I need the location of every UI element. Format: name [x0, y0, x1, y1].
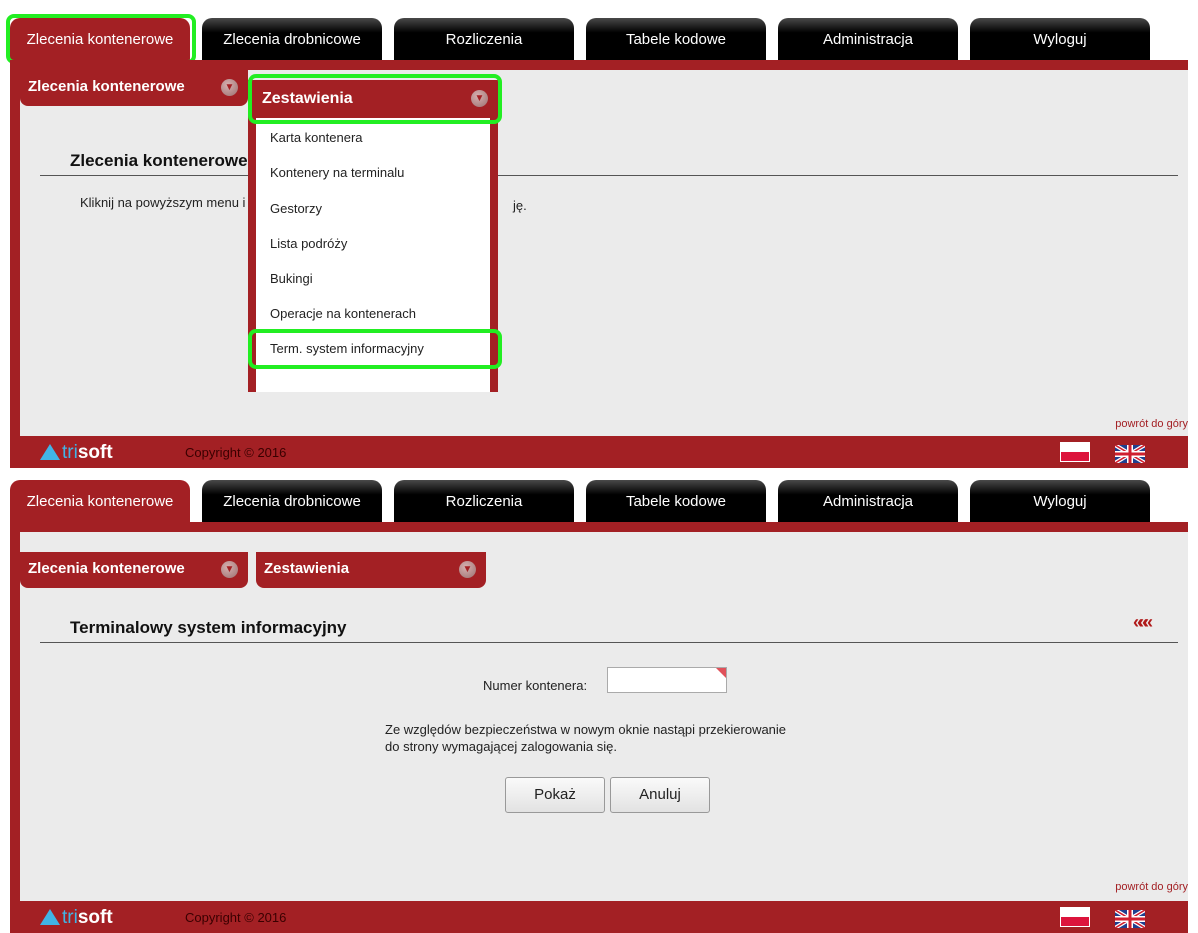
nav-tab-label: Zlecenia drobnicowe — [223, 493, 361, 510]
menu-item-bukingi[interactable]: Bukingi — [270, 271, 313, 286]
required-marker-icon — [716, 668, 726, 678]
logo-soft: soft — [77, 442, 113, 463]
security-note-line1: Ze względów bezpieczeństwa w nowym oknie… — [385, 722, 787, 737]
arrow-down-icon: ▼ — [459, 561, 476, 578]
subtab-zestawienia[interactable]: Zestawienia ▼ — [256, 552, 486, 588]
nav-tab-tabele-kodowe[interactable]: Tabele kodowe — [586, 18, 766, 60]
logo-tri: tri — [62, 907, 78, 928]
title-divider — [40, 642, 1178, 643]
nav-tab-label: Administracja — [822, 31, 914, 48]
nav-tab-tabele-kodowe[interactable]: Tabele kodowe — [586, 480, 766, 522]
nav-tab-label: Tabele kodowe — [625, 31, 727, 48]
menu-item-lista-podrozy[interactable]: Lista podróży — [270, 236, 347, 251]
nav-tab-rozliczenia[interactable]: Rozliczenia — [394, 18, 574, 60]
nav-tab-label: Wyloguj — [1033, 493, 1087, 510]
nav-tab-administracja[interactable]: Administracja — [778, 480, 958, 522]
subtab-zlecenia-kontenerowe[interactable]: Zlecenia kontenerowe ▼ — [20, 70, 248, 106]
page-title: Zlecenia kontenerowe — [70, 151, 248, 170]
menu-item-term-system-informacyjny[interactable]: Term. system informacyjny — [270, 341, 424, 356]
uk-flag-icon[interactable] — [1115, 910, 1145, 928]
show-button[interactable]: Pokaż — [505, 777, 605, 813]
copyright-text: Copyright © 2016 — [185, 910, 287, 925]
footer: trisoft Copyright © 2016 — [10, 901, 1188, 933]
subtab-label: Zestawienia — [262, 90, 353, 107]
arrow-down-icon: ▼ — [221, 79, 238, 96]
panel-menu-open: Zlecenia kontenerowe Zlecenia drobnicowe… — [6, 14, 1188, 468]
subtab-zlecenia-kontenerowe[interactable]: Zlecenia kontenerowe ▼ — [20, 552, 248, 588]
trisoft-logo: trisoft — [40, 442, 113, 464]
polish-flag-icon[interactable] — [1060, 442, 1090, 462]
nav-tab-label: Administracja — [822, 493, 914, 510]
main-nav: Zlecenia kontenerowe Zlecenia drobnicowe… — [10, 18, 1160, 60]
nav-tab-zlecenia-drobnicowe[interactable]: Zlecenia drobnicowe — [202, 480, 382, 522]
back-arrows-icon[interactable]: ««« — [1133, 612, 1153, 633]
trisoft-logo: trisoft — [40, 907, 113, 929]
container-number-input[interactable] — [607, 667, 727, 693]
subtab-label: Zlecenia kontenerowe — [28, 78, 185, 95]
nav-tab-wyloguj[interactable]: Wyloguj — [970, 18, 1150, 60]
nav-tab-zlecenia-kontenerowe[interactable]: Zlecenia kontenerowe — [10, 18, 190, 60]
back-to-top-link[interactable]: powrót do góry — [1115, 881, 1188, 893]
hint-text-left: Kliknij na powyższym menu i — [80, 195, 246, 210]
zestawienia-dropdown: Karta kontenera Kontenery na terminalu G… — [248, 86, 498, 392]
nav-tab-zlecenia-drobnicowe[interactable]: Zlecenia drobnicowe — [202, 18, 382, 60]
nav-tab-label: Zlecenia kontenerowe — [26, 31, 174, 48]
menu-item-operacje-na-kontenerach[interactable]: Operacje na kontenerach — [270, 306, 416, 321]
logo-tri: tri — [62, 442, 78, 463]
nav-tab-label: Wyloguj — [1033, 31, 1087, 48]
title-divider — [40, 175, 1178, 176]
nav-tab-zlecenia-kontenerowe[interactable]: Zlecenia kontenerowe — [10, 480, 190, 522]
menu-item-karta-kontenera[interactable]: Karta kontenera — [270, 130, 363, 145]
back-to-top-link[interactable]: powrót do góry — [1115, 418, 1188, 430]
subtab-label: Zlecenia kontenerowe — [28, 560, 185, 577]
nav-band — [10, 60, 1188, 70]
container-number-label: Numer kontenera: — [483, 678, 588, 693]
subtab-zestawienia[interactable]: Zestawienia ▼ — [248, 80, 498, 118]
copyright-text: Copyright © 2016 — [185, 445, 287, 460]
page-title: Terminalowy system informacyjny — [70, 618, 347, 637]
nav-tab-rozliczenia[interactable]: Rozliczenia — [394, 480, 574, 522]
main-nav: Zlecenia kontenerowe Zlecenia drobnicowe… — [10, 480, 1160, 522]
content-area: Zlecenia kontenerowe ▼ Zestawienia ▼ «««… — [10, 532, 1188, 901]
nav-tab-wyloguj[interactable]: Wyloguj — [970, 480, 1150, 522]
menu-item-kontenery-na-terminalu[interactable]: Kontenery na terminalu — [270, 165, 404, 180]
menu-item-gestorzy[interactable]: Gestorzy — [270, 201, 322, 216]
nav-tab-label: Tabele kodowe — [625, 493, 727, 510]
nav-tab-label: Zlecenia kontenerowe — [26, 493, 174, 510]
cancel-button[interactable]: Anuluj — [610, 777, 710, 813]
security-note-line2: do strony wymagającej zalogowania się. — [385, 739, 617, 754]
subtab-label: Zestawienia — [264, 560, 350, 577]
panel-form: Zlecenia kontenerowe Zlecenia drobnicowe… — [10, 480, 1188, 933]
nav-band — [10, 522, 1188, 532]
footer: trisoft Copyright © 2016 — [10, 436, 1188, 468]
triangle-icon — [40, 444, 60, 460]
nav-tab-label: Rozliczenia — [445, 31, 523, 48]
arrow-down-icon: ▼ — [471, 90, 488, 107]
triangle-icon — [40, 909, 60, 925]
content-area: Zlecenia kontenerowe ▼ Zlecenia kontener… — [10, 70, 1188, 436]
hint-text-right: ję. — [513, 198, 527, 213]
nav-tab-administracja[interactable]: Administracja — [778, 18, 958, 60]
polish-flag-icon[interactable] — [1060, 907, 1090, 927]
nav-tab-label: Zlecenia drobnicowe — [223, 31, 361, 48]
uk-flag-icon[interactable] — [1115, 445, 1145, 463]
nav-tab-label: Rozliczenia — [445, 493, 523, 510]
arrow-down-icon: ▼ — [221, 561, 238, 578]
logo-soft: soft — [77, 907, 113, 928]
